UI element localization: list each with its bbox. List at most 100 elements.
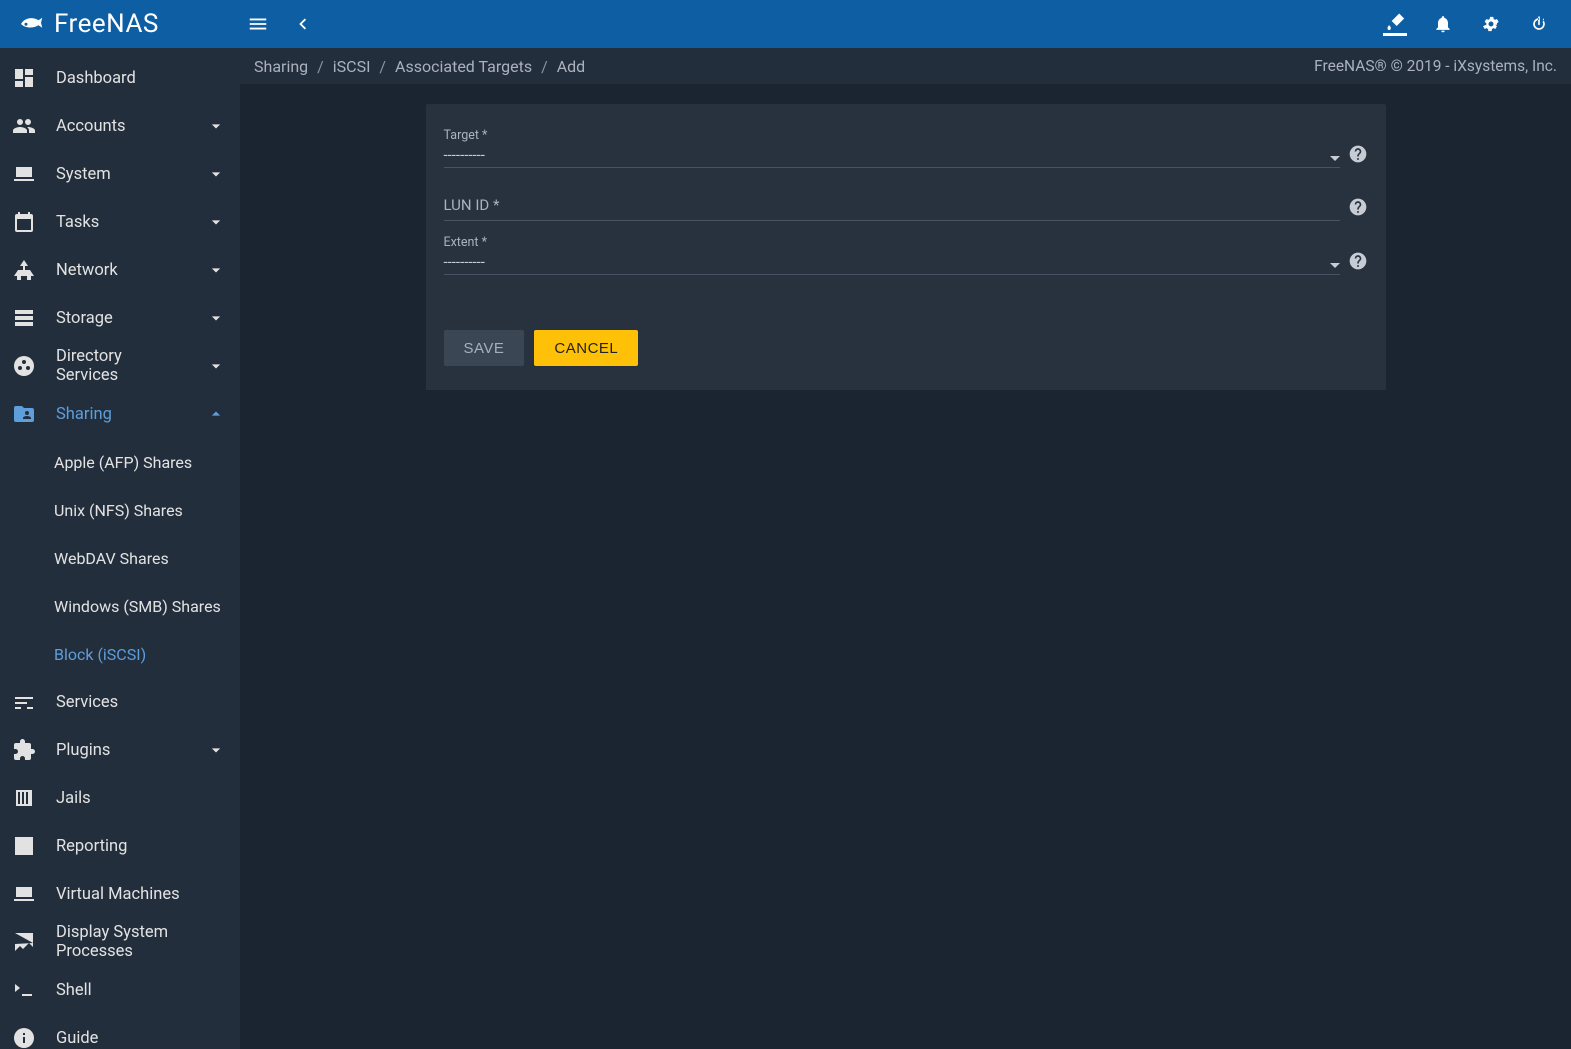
lun-id-value xyxy=(444,216,1340,218)
breadcrumb-separator: / xyxy=(379,57,386,76)
topbar-right-icons xyxy=(1383,12,1559,36)
sidebar-item-label: Virtual Machines xyxy=(56,885,226,904)
help-icon[interactable] xyxy=(1348,144,1368,164)
calendar-icon xyxy=(12,210,36,234)
extent-select[interactable]: Extent * ---------- xyxy=(444,235,1340,275)
laptop-icon xyxy=(12,882,36,906)
save-button[interactable]: SAVE xyxy=(444,330,525,366)
sidebar-item-vm[interactable]: Virtual Machines xyxy=(0,870,240,918)
breadcrumb[interactable]: Add xyxy=(557,57,585,76)
sidebar-item-label: Network xyxy=(56,261,186,280)
chevron-down-icon xyxy=(206,356,226,376)
storage-icon xyxy=(12,306,36,330)
freenas-logo-icon xyxy=(16,9,46,39)
topbar: FreeNAS xyxy=(0,0,1571,48)
chevron-left-icon xyxy=(291,13,313,35)
brand-logo[interactable]: FreeNAS xyxy=(12,9,240,39)
extension-icon xyxy=(12,738,36,762)
sidebar-item-processes[interactable]: Display System Processes xyxy=(0,918,240,966)
gear-icon xyxy=(1481,14,1501,34)
target-value: ---------- xyxy=(444,145,1340,165)
sidebar-item-plugins[interactable]: Plugins xyxy=(0,726,240,774)
chevron-down-icon xyxy=(206,164,226,184)
sidebar-item-shell[interactable]: Shell xyxy=(0,966,240,1014)
extent-label: Extent * xyxy=(444,235,1340,250)
extent-value: ---------- xyxy=(444,252,1340,272)
settings-button[interactable] xyxy=(1479,12,1503,36)
sidebar-item-tasks[interactable]: Tasks xyxy=(0,198,240,246)
sidebar-item-reporting[interactable]: Reporting xyxy=(0,822,240,870)
form-row-extent: Extent * ---------- xyxy=(444,221,1368,275)
form-row-target: Target * ---------- xyxy=(444,118,1368,168)
sidebar-item-network[interactable]: Network xyxy=(0,246,240,294)
brand-text: FreeNAS xyxy=(54,9,159,39)
breadcrumb[interactable]: iSCSI xyxy=(333,57,371,76)
folder-shared-icon xyxy=(12,402,36,426)
breadcrumb-separator: / xyxy=(317,57,324,76)
sidebar-sub-label: Apple (AFP) Shares xyxy=(54,453,192,472)
sidebar-sub-nfs[interactable]: Unix (NFS) Shares xyxy=(0,486,240,534)
sidebar-item-label: Jails xyxy=(56,789,226,808)
chevron-down-icon xyxy=(1330,156,1340,161)
laptop-icon xyxy=(12,162,36,186)
chevron-down-icon xyxy=(206,212,226,232)
target-select[interactable]: Target * ---------- xyxy=(444,128,1340,168)
sidebar-item-accounts[interactable]: Accounts xyxy=(0,102,240,150)
copyright-text: FreeNAS® © 2019 - iXsystems, Inc. xyxy=(1314,57,1557,75)
notifications-button[interactable] xyxy=(1431,12,1455,36)
chevron-down-icon xyxy=(206,308,226,328)
sidebar-item-label: System xyxy=(56,165,186,184)
sidebar-item-label: Plugins xyxy=(56,741,186,760)
help-icon[interactable] xyxy=(1348,251,1368,271)
sidebar-item-label: Directory Services xyxy=(56,347,186,385)
sidebar-item-directory-services[interactable]: Directory Services xyxy=(0,342,240,390)
dashboard-icon xyxy=(12,66,36,90)
sidebar-item-guide[interactable]: Guide xyxy=(0,1014,240,1049)
sidebar-item-storage[interactable]: Storage xyxy=(0,294,240,342)
chevron-down-icon xyxy=(206,260,226,280)
sidebar-item-dashboard[interactable]: Dashboard xyxy=(0,54,240,102)
menu-toggle-button[interactable] xyxy=(246,12,270,36)
sidebar-item-label: Dashboard xyxy=(56,69,226,88)
group-work-icon xyxy=(12,354,36,378)
sidebar-item-sharing[interactable]: Sharing xyxy=(0,390,240,438)
power-button[interactable] xyxy=(1527,12,1551,36)
chart-icon xyxy=(12,834,36,858)
people-icon xyxy=(12,114,36,138)
sidebar-sub-label: Windows (SMB) Shares xyxy=(54,597,221,616)
hamburger-icon xyxy=(247,13,269,35)
sidebar-sub-webdav[interactable]: WebDAV Shares xyxy=(0,534,240,582)
sidebar-item-services[interactable]: Services xyxy=(0,678,240,726)
theme-button[interactable] xyxy=(1383,12,1407,36)
breadcrumb[interactable]: Sharing xyxy=(254,57,308,76)
help-icon[interactable] xyxy=(1348,197,1368,217)
cancel-button[interactable]: CANCEL xyxy=(534,330,638,366)
sidebar-item-label: Guide xyxy=(56,1029,226,1048)
sidebar-item-label: Sharing xyxy=(56,405,186,424)
sidebar-item-label: Accounts xyxy=(56,117,186,136)
sidebar-sub-label: Unix (NFS) Shares xyxy=(54,501,183,520)
sidebar-sub-afp[interactable]: Apple (AFP) Shares xyxy=(0,438,240,486)
sidebar-item-label: Storage xyxy=(56,309,186,328)
breadcrumb-bar: Sharing / iSCSI / Associated Targets / A… xyxy=(240,48,1571,84)
form-row-lun: LUN ID * xyxy=(444,168,1368,221)
sidebar-sub-label: Block (iSCSI) xyxy=(54,645,146,664)
sidebar-item-label: Services xyxy=(56,693,226,712)
sidebar-item-system[interactable]: System xyxy=(0,150,240,198)
chevron-down-icon xyxy=(206,740,226,760)
form-section: Target * ---------- LUN ID * Extent * --… xyxy=(426,104,1386,301)
lun-id-input[interactable]: LUN ID * xyxy=(444,196,1340,221)
collapse-sidebar-button[interactable] xyxy=(290,12,314,36)
chevron-down-icon xyxy=(1330,263,1340,268)
breadcrumb-separator: / xyxy=(541,57,548,76)
sidebar-sub-iscsi[interactable]: Block (iSCSI) xyxy=(0,630,240,678)
sidebar-item-jails[interactable]: Jails xyxy=(0,774,240,822)
sidebar-item-label: Display System Processes xyxy=(56,923,226,961)
breadcrumb[interactable]: Associated Targets xyxy=(395,57,532,76)
network-icon xyxy=(12,258,36,282)
lun-id-label: LUN ID * xyxy=(444,196,1340,214)
sidebar-sub-smb[interactable]: Windows (SMB) Shares xyxy=(0,582,240,630)
jail-icon xyxy=(12,786,36,810)
chevron-down-icon xyxy=(206,116,226,136)
sidebar-item-label: Tasks xyxy=(56,213,186,232)
